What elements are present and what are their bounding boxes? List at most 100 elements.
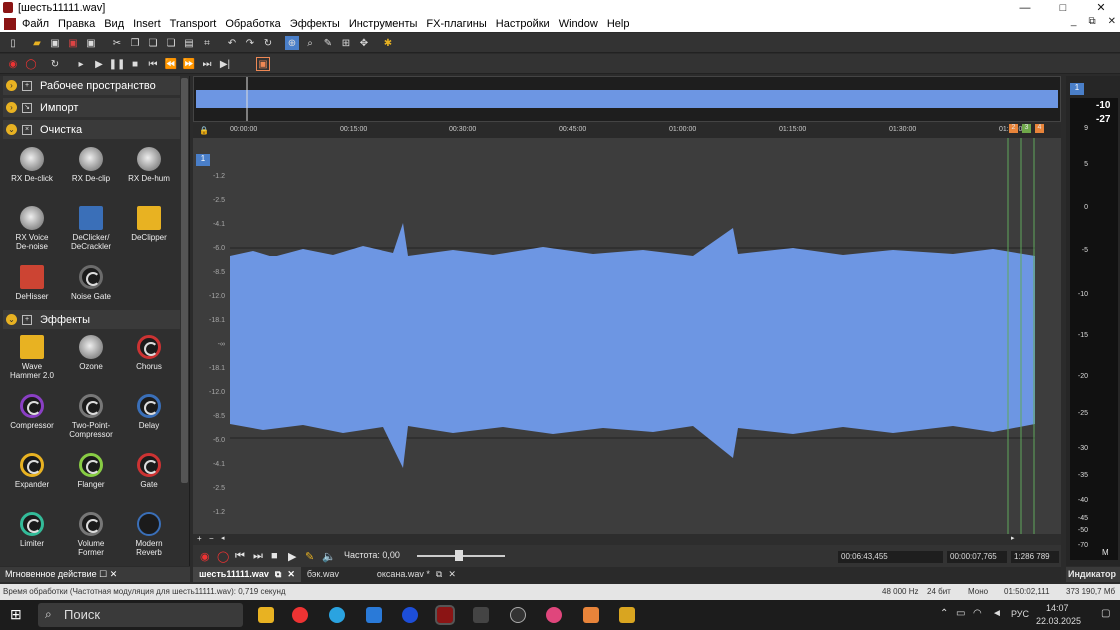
record-icon[interactable]: ◯ bbox=[24, 57, 38, 71]
menu-settings[interactable]: Настройки bbox=[496, 18, 550, 30]
plugin-compressor[interactable]: Compressor bbox=[8, 391, 56, 441]
tab-shest[interactable]: шесть11111.wav ⧉ ✕ bbox=[193, 567, 301, 582]
forward-icon[interactable]: ⏩ bbox=[182, 57, 196, 71]
mix-paste-icon[interactable]: ❏ bbox=[164, 36, 178, 50]
plugin-chorus[interactable]: Chorus bbox=[125, 332, 173, 382]
undo-icon[interactable]: ↶ bbox=[225, 36, 239, 50]
plugin-expander[interactable]: Expander bbox=[8, 450, 56, 500]
mdi-restore-button[interactable]: ⧉ bbox=[1088, 16, 1095, 27]
zoom-tool-icon[interactable]: ⌕ bbox=[303, 36, 317, 50]
pause-icon[interactable]: ❚❚ bbox=[109, 57, 126, 71]
plugin-rx-voice-denoise[interactable]: RX Voice De-noise bbox=[8, 203, 56, 253]
next-marker-icon[interactable]: ▶| bbox=[218, 57, 232, 71]
new-file-icon[interactable]: ▯ bbox=[6, 36, 20, 50]
app-icon-blue[interactable] bbox=[402, 607, 418, 623]
play-button[interactable]: ▶ bbox=[288, 550, 296, 563]
instant-action-tab[interactable]: Мгновенное действие ☐ ✕ bbox=[0, 567, 190, 582]
restore-icon[interactable]: ☐ bbox=[99, 569, 107, 579]
group-cleanup[interactable]: ⌄ × Очистка bbox=[3, 120, 180, 139]
group-effects[interactable]: ⌄ + Эффекты bbox=[3, 310, 180, 329]
menu-tools[interactable]: Инструменты bbox=[349, 18, 418, 30]
marker-3[interactable]: 3 bbox=[1022, 124, 1031, 133]
close-button[interactable]: ✕ bbox=[1082, 0, 1120, 16]
yandex-icon[interactable] bbox=[292, 607, 308, 623]
plugin-delay[interactable]: Delay bbox=[125, 391, 173, 441]
clock-time[interactable]: 14:07 bbox=[1046, 603, 1069, 613]
plugin-icon[interactable]: ✱ bbox=[381, 36, 395, 50]
zoom-out-icon[interactable]: − bbox=[209, 534, 214, 543]
paste-icon[interactable]: ❏ bbox=[146, 36, 160, 50]
battery-icon[interactable]: ▭ bbox=[956, 608, 965, 619]
menu-effects[interactable]: Эффекты bbox=[290, 18, 340, 30]
zoom-in-icon[interactable]: + bbox=[197, 534, 202, 543]
tray-chevron-icon[interactable]: ⌃ bbox=[940, 608, 948, 619]
overview-waveform[interactable] bbox=[193, 76, 1061, 122]
plugin-limiter[interactable]: Limiter bbox=[8, 509, 56, 559]
tab-bek[interactable]: бэк.wav bbox=[301, 567, 371, 582]
network-icon[interactable]: ◠ bbox=[973, 608, 982, 619]
minimize-button[interactable]: — bbox=[1006, 0, 1044, 16]
rewind-icon[interactable]: ⏪ bbox=[164, 57, 178, 71]
plugin-rx-declip[interactable]: RX De-clip bbox=[67, 144, 115, 194]
plugin-two-point-compressor[interactable]: Two-Point-Compressor bbox=[67, 391, 115, 441]
app-icon-orange[interactable] bbox=[583, 607, 599, 623]
play-icon[interactable]: ▶ bbox=[92, 57, 106, 71]
plugin-declipper[interactable]: DeClipper bbox=[125, 203, 173, 253]
play-from-start-icon[interactable]: ▸ bbox=[74, 57, 88, 71]
sound-forge-icon[interactable] bbox=[435, 605, 455, 625]
obs-icon[interactable] bbox=[510, 607, 526, 623]
menu-window[interactable]: Window bbox=[559, 18, 598, 30]
trim-icon[interactable]: ▤ bbox=[182, 36, 196, 50]
menu-insert[interactable]: Insert bbox=[133, 18, 161, 30]
tab-restore-icon[interactable]: ⧉ bbox=[436, 569, 442, 580]
start-icon[interactable]: ⊞ bbox=[10, 606, 22, 623]
go-start-icon[interactable]: ⏮ bbox=[146, 57, 160, 71]
plugin-rx-dehum[interactable]: RX De-hum bbox=[125, 144, 173, 194]
plugin-flanger[interactable]: Flanger bbox=[67, 450, 115, 500]
menu-help[interactable]: Help bbox=[607, 18, 630, 30]
metronome-icon[interactable]: ▣ bbox=[256, 57, 270, 71]
copy-icon[interactable]: ❐ bbox=[128, 36, 142, 50]
plugin-rx-declick[interactable]: RX De-click bbox=[8, 144, 56, 194]
menu-file[interactable]: Файл bbox=[22, 18, 49, 30]
plugin-declicker[interactable]: DeClicker/ DeCrackler bbox=[67, 203, 115, 253]
tab-close-icon[interactable]: ✕ bbox=[448, 569, 456, 580]
menu-process[interactable]: Обработка bbox=[225, 18, 280, 30]
panel-scrollbar[interactable] bbox=[181, 78, 188, 483]
plugin-gate[interactable]: Gate bbox=[125, 450, 173, 500]
save-all-icon[interactable]: ▣ bbox=[84, 36, 98, 50]
taskbar-search[interactable]: Поиск bbox=[38, 603, 243, 627]
scroll-left-icon[interactable]: ◂ bbox=[221, 534, 225, 542]
save-as-icon[interactable]: ▣ bbox=[66, 36, 80, 50]
language-indicator[interactable]: РУС bbox=[1011, 609, 1029, 619]
pencil-tool-icon[interactable]: ✎ bbox=[321, 36, 335, 50]
mdi-close-button[interactable]: ✕ bbox=[1108, 16, 1116, 27]
menu-edit[interactable]: Правка bbox=[58, 18, 95, 30]
close-icon[interactable]: ✕ bbox=[110, 569, 118, 579]
stop-icon[interactable]: ■ bbox=[128, 57, 142, 71]
repeat-icon[interactable]: ↻ bbox=[261, 36, 275, 50]
horizontal-scrollbar[interactable]: + − ◂ ▸ bbox=[193, 534, 1061, 545]
redo-icon[interactable]: ↷ bbox=[243, 36, 257, 50]
marker-2[interactable]: 2 bbox=[1009, 124, 1018, 133]
rate-slider-thumb[interactable] bbox=[455, 550, 463, 561]
go-end-icon[interactable]: ⏭ bbox=[200, 57, 214, 71]
document-icon[interactable] bbox=[4, 18, 16, 30]
word-icon[interactable] bbox=[366, 607, 382, 623]
app-icon-gray[interactable] bbox=[473, 607, 489, 623]
plugin-noise-gate[interactable]: Noise Gate bbox=[67, 262, 115, 312]
group-workspace[interactable]: › + Рабочее пространство bbox=[3, 76, 180, 95]
maximize-button[interactable]: □ bbox=[1044, 0, 1082, 16]
record-options-icon[interactable]: ◉ bbox=[6, 57, 20, 71]
envelope-tool-icon[interactable]: ⊞ bbox=[339, 36, 353, 50]
volume-icon[interactable]: ◄ bbox=[992, 608, 1002, 619]
save-icon[interactable]: ▣ bbox=[48, 36, 62, 50]
time-ruler[interactable]: 🔒 00:00:00 00:15:00 00:30:00 00:45:00 01… bbox=[193, 124, 1061, 138]
meter-title[interactable]: Индикатор bbox=[1066, 567, 1120, 582]
select-tool-icon[interactable]: ⊕ bbox=[285, 36, 299, 50]
plugin-modern-reverb[interactable]: Modern Reverb bbox=[125, 509, 173, 559]
plugin-dehisser[interactable]: DeHisser bbox=[8, 262, 56, 312]
tab-restore-icon[interactable]: ⧉ bbox=[275, 569, 281, 580]
telegram-icon[interactable] bbox=[329, 607, 345, 623]
stop-button[interactable]: ■ bbox=[271, 550, 278, 562]
